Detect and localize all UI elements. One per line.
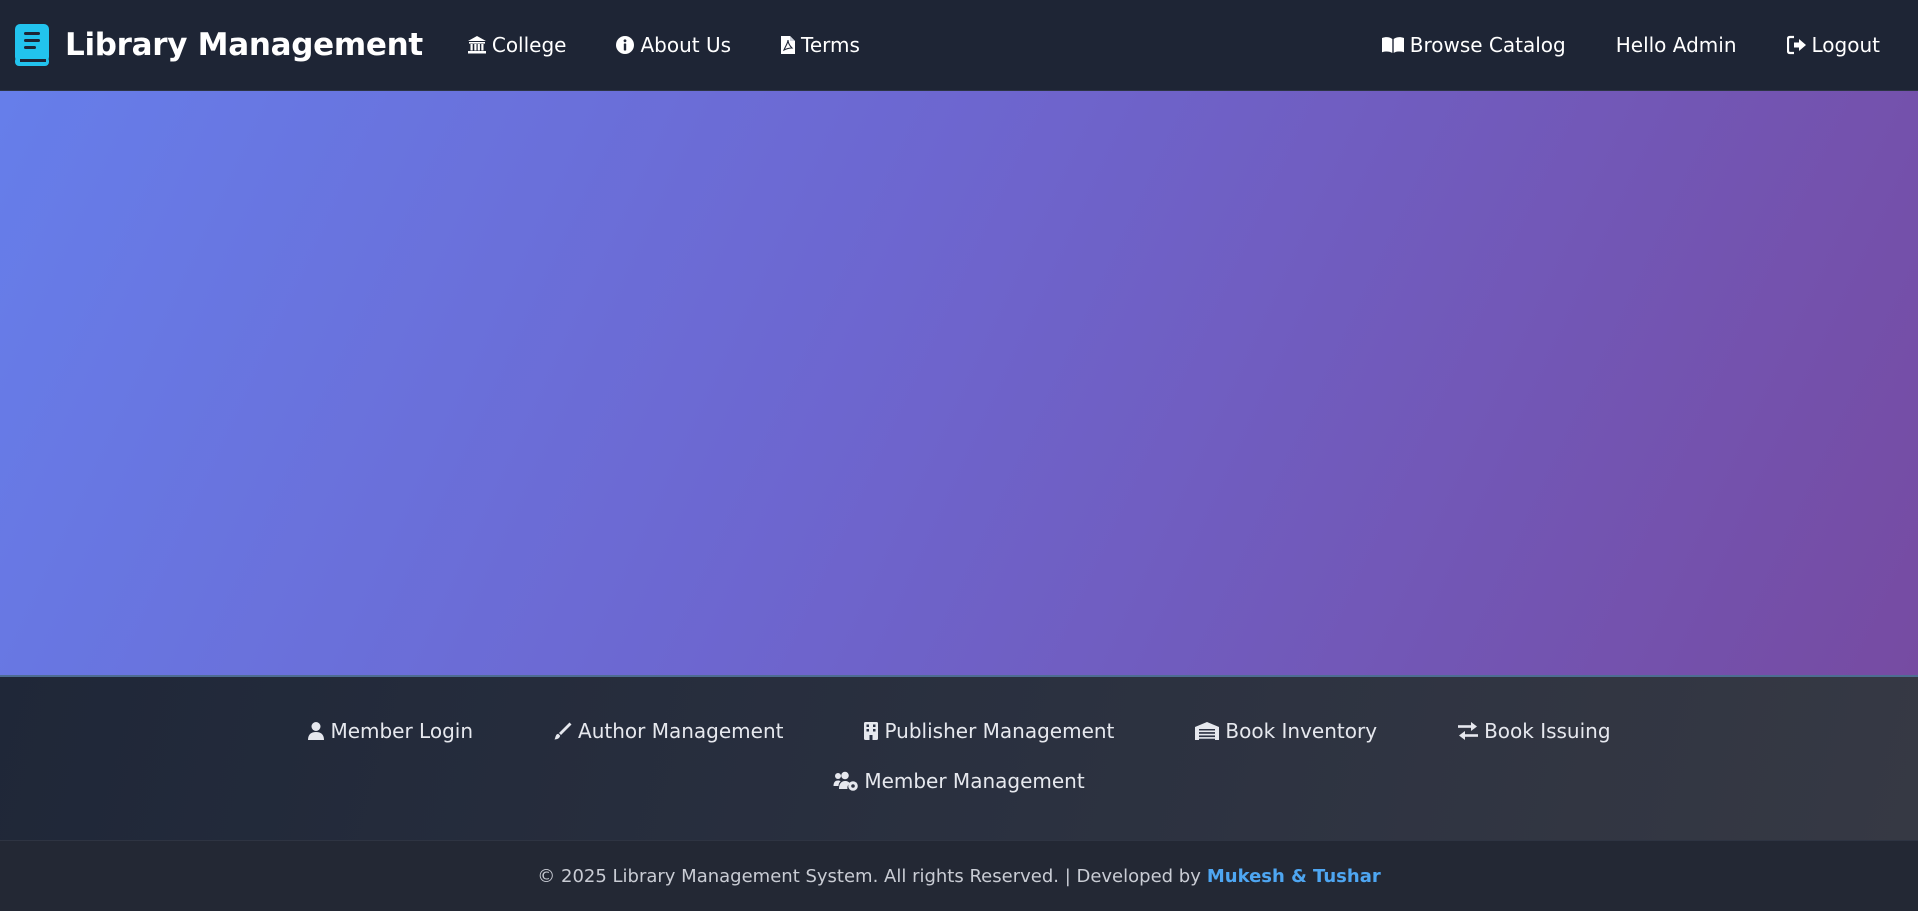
users-cog-icon	[833, 771, 859, 791]
book-open-icon	[1381, 37, 1404, 53]
footer-link-book-issuing[interactable]: Book Issuing	[1457, 719, 1611, 743]
footer-link-member-login[interactable]: Member Login	[307, 719, 473, 743]
building-icon	[864, 722, 879, 740]
brand-title: Library Management	[65, 27, 423, 63]
copyright-bar: © 2025 Library Management System. All ri…	[0, 840, 1918, 911]
warehouse-icon	[1195, 722, 1220, 740]
nav-logout[interactable]: Logout	[1786, 33, 1880, 57]
footer-link-author-management[interactable]: Author Management	[553, 719, 783, 743]
nav-about-us[interactable]: About Us	[615, 33, 731, 57]
top-navbar: Library Management College About Us Term…	[0, 0, 1918, 91]
footer-link-author-management-label: Author Management	[578, 719, 784, 743]
nav-right-menu: Browse Catalog Hello Admin Logout	[1381, 33, 1880, 57]
nav-terms[interactable]: Terms	[780, 33, 860, 57]
hero-banner	[0, 91, 1918, 676]
footer-link-book-inventory[interactable]: Book Inventory	[1194, 719, 1377, 743]
developers-link[interactable]: Mukesh & Tushar	[1207, 866, 1381, 887]
nav-logout-label: Logout	[1811, 33, 1880, 57]
nav-terms-label: Terms	[801, 33, 860, 57]
footer-links-section: Member Login Author Management Publisher…	[0, 677, 1918, 840]
nav-college-label: College	[491, 33, 567, 57]
book-icon	[13, 23, 51, 67]
copyright-text: © 2025 Library Management System. All ri…	[537, 865, 1201, 887]
exchange-icon	[1458, 722, 1479, 740]
nav-about-us-label: About Us	[640, 33, 732, 57]
footer-link-member-management-label: Member Management	[864, 769, 1085, 793]
nav-browse-catalog[interactable]: Browse Catalog	[1381, 33, 1566, 57]
brand-link[interactable]: Library Management	[13, 23, 423, 67]
pen-icon	[554, 722, 572, 740]
file-pdf-icon	[781, 36, 796, 54]
footer-link-member-login-label: Member Login	[330, 719, 474, 743]
sign-out-icon	[1786, 35, 1806, 55]
nav-user-greeting-label: Hello Admin	[1615, 33, 1737, 57]
nav-college[interactable]: College	[467, 33, 567, 57]
user-icon	[308, 722, 325, 740]
footer-link-member-management[interactable]: Member Management	[833, 769, 1085, 793]
nav-left-menu: College About Us Terms	[467, 33, 909, 57]
footer-link-publisher-management[interactable]: Publisher Management	[863, 719, 1114, 743]
nav-browse-catalog-label: Browse Catalog	[1409, 33, 1566, 57]
info-circle-icon	[616, 36, 635, 54]
footer-link-publisher-management-label: Publisher Management	[884, 719, 1115, 743]
nav-user-greeting[interactable]: Hello Admin	[1616, 33, 1737, 57]
footer-link-book-inventory-label: Book Inventory	[1225, 719, 1378, 743]
footer-link-book-issuing-label: Book Issuing	[1484, 719, 1611, 743]
footer-links-row-second: Member Management	[0, 769, 1918, 793]
footer-links-row: Member Login Author Management Publisher…	[0, 719, 1918, 743]
institution-icon	[467, 36, 486, 54]
